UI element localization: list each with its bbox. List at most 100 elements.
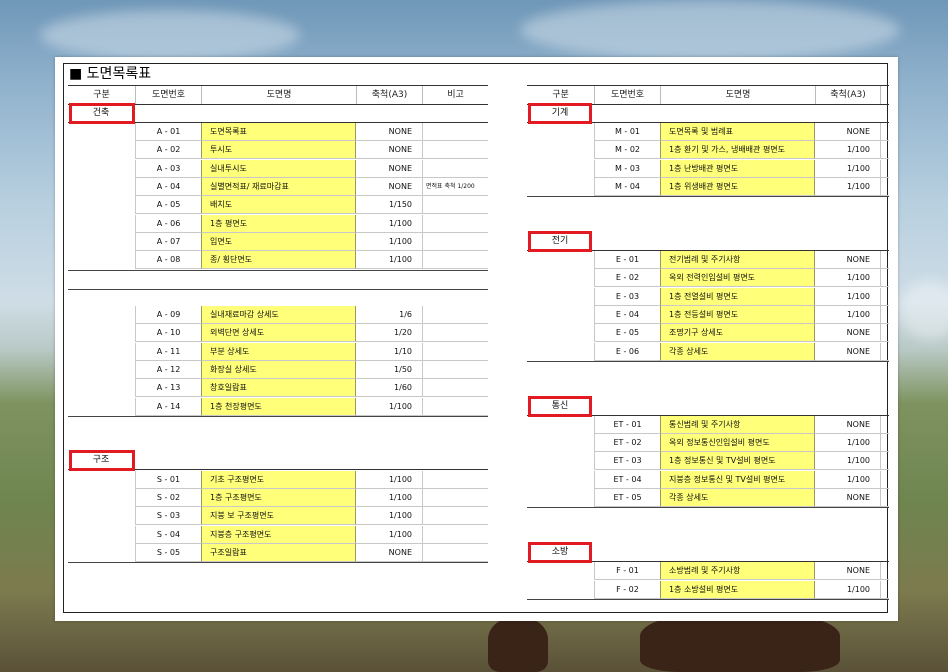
drawing-list-sheet: ■ 도면목록표 구분 도면번호 도면명 축척(A3) 비고 건축 A - 01 도면… — [55, 57, 898, 621]
drawing-name: 1층 평면도 — [201, 214, 356, 233]
drawing-remark — [422, 525, 488, 544]
drawing-name: 1층 구조평면도 — [201, 489, 356, 507]
drawing-number: ET - 03 — [594, 452, 660, 471]
drawing-scale: 1/100 — [815, 178, 880, 196]
table-row: A - 06 1층 평면도 1/100 — [68, 214, 488, 233]
drawing-name: 1층 소방설비 평면도 — [660, 580, 815, 599]
drawing-number: A - 10 — [135, 324, 201, 343]
section-divider — [68, 562, 488, 564]
cloud — [900, 280, 948, 340]
drawing-scale: 1/100 — [815, 306, 880, 324]
drawing-remark — [422, 342, 488, 361]
drawing-name: 지붕층 구조평면도 — [201, 525, 356, 544]
drawing-name: 기초 구조평면도 — [201, 470, 356, 489]
section-divider — [68, 288, 488, 290]
table-row: A - 09 실내재료마감 상세도 1/6 — [68, 306, 488, 324]
table-row: E - 02 옥외 전력인입설비 평면도 1/100 — [527, 269, 889, 288]
drawing-name: 1층 환기 및 가스, 냉배배관 평면도 — [660, 141, 815, 160]
table-row: A - 08 종/ 횡단면도 1/100 — [68, 251, 488, 270]
remark-cut — [880, 489, 889, 507]
header-drawing-no: 도면번호 — [135, 86, 201, 104]
drawing-scale: 1/100 — [356, 489, 422, 507]
horse-shape — [488, 618, 548, 672]
drawing-scale: 1/100 — [815, 288, 880, 306]
remark-cut — [880, 306, 889, 324]
table-row: M - 04 1층 위생배관 평면도 1/100 — [527, 177, 889, 196]
table-row: A - 14 1층 천장평면도 1/100 — [68, 397, 488, 416]
drawing-number: E - 03 — [594, 287, 660, 306]
table-row: A - 02 투시도 NONE — [68, 141, 488, 160]
drawing-scale: 1/100 — [356, 398, 422, 416]
category-highlight-box — [528, 541, 592, 563]
remark-cut — [880, 580, 889, 599]
page-title: ■ 도면목록표 — [69, 66, 152, 82]
table-row: A - 13 창호일람표 1/60 — [68, 379, 488, 398]
drawing-scale: 1/100 — [815, 452, 880, 471]
drawing-remark — [422, 123, 488, 141]
drawing-name: 지붕층 정보통신 및 TV설비 평면도 — [660, 470, 815, 489]
drawing-number: A - 01 — [135, 123, 201, 141]
remark-cut — [880, 562, 889, 581]
drawing-number: M - 02 — [594, 141, 660, 160]
drawing-scale: 1/50 — [356, 361, 422, 379]
table-row: A - 05 배치도 1/150 — [68, 196, 488, 215]
drawing-scale: NONE — [815, 251, 880, 270]
drawing-name: 1층 천장평면도 — [201, 397, 356, 416]
drawing-number: S - 04 — [135, 525, 201, 544]
drawing-remark — [422, 507, 488, 526]
drawing-remark — [422, 489, 488, 507]
header-drawing-no: 도면번호 — [594, 86, 660, 104]
category-highlight-box — [69, 103, 135, 124]
drawing-name: 각종 상세도 — [660, 342, 815, 361]
drawing-name: 전기범례 및 주기사항 — [660, 251, 815, 270]
table-row: E - 05 조명기구 상세도 NONE — [527, 324, 889, 343]
drawing-number: S - 01 — [135, 470, 201, 489]
drawing-name: 1층 전등설비 평면도 — [660, 306, 815, 324]
table-header: 구분 도면번호 도면명 축척(A3) — [527, 85, 889, 105]
drawing-remark — [422, 232, 488, 251]
table-row: F - 02 1층 소방설비 평면도 1/100 — [527, 580, 889, 599]
section-divider — [68, 415, 488, 417]
drawing-number: A - 06 — [135, 214, 201, 233]
header-category: 구분 — [93, 90, 110, 100]
drawing-remark — [422, 159, 488, 178]
drawing-scale: 1/100 — [815, 160, 880, 178]
drawing-name: 지붕 보 구조평면도 — [201, 507, 356, 526]
cloud — [40, 10, 300, 60]
drawing-name: 소방범례 및 주기사항 — [660, 562, 815, 581]
drawing-remark — [422, 196, 488, 215]
table-row: F - 01 소방범례 및 주기사항 NONE — [527, 562, 889, 581]
table-row: E - 04 1층 전등설비 평면도 1/100 — [527, 306, 889, 324]
drawing-scale: 1/100 — [356, 526, 422, 544]
drawing-scale: NONE — [356, 178, 422, 196]
drawing-scale: NONE — [356, 160, 422, 178]
table-row: S - 03 지붕 보 구조평면도 1/100 — [68, 507, 488, 526]
drawing-number: ET - 04 — [594, 470, 660, 489]
drawing-remark — [422, 360, 488, 379]
drawing-scale: 1/150 — [356, 196, 422, 215]
drawing-name: 도면목록 및 범례표 — [660, 123, 815, 141]
drawing-number: A - 14 — [135, 397, 201, 416]
drawing-scale: 1/6 — [356, 306, 422, 324]
table-row: M - 02 1층 환기 및 가스, 냉배배관 평면도 1/100 — [527, 141, 889, 160]
drawing-name: 창호일람표 — [201, 379, 356, 398]
drawing-number: M - 03 — [594, 159, 660, 178]
table-row: A - 03 실내투시도 NONE — [68, 159, 488, 178]
remark-cut — [880, 123, 889, 141]
remark-cut — [880, 452, 889, 471]
drawing-name: 1층 정보통신 및 TV설비 평면도 — [660, 452, 815, 471]
category-highlight-box — [528, 230, 592, 252]
drawing-number: E - 05 — [594, 324, 660, 343]
drawing-name: 외벽단면 상세도 — [201, 324, 356, 343]
header-drawing-name: 도면명 — [201, 86, 356, 104]
drawing-number: A - 09 — [135, 306, 201, 324]
drawing-number: A - 12 — [135, 360, 201, 379]
table-row: E - 06 각종 상세도 NONE — [527, 342, 889, 361]
horse-shape — [640, 612, 840, 672]
drawing-name: 실별면적표/ 재료마감표 — [201, 177, 356, 196]
drawing-scale: NONE — [815, 416, 880, 434]
drawing-name: 1층 위생배관 평면도 — [660, 177, 815, 196]
drawing-number: A - 02 — [135, 141, 201, 160]
drawing-scale: NONE — [815, 562, 880, 581]
table-row: A - 12 화장실 상세도 1/50 — [68, 360, 488, 379]
